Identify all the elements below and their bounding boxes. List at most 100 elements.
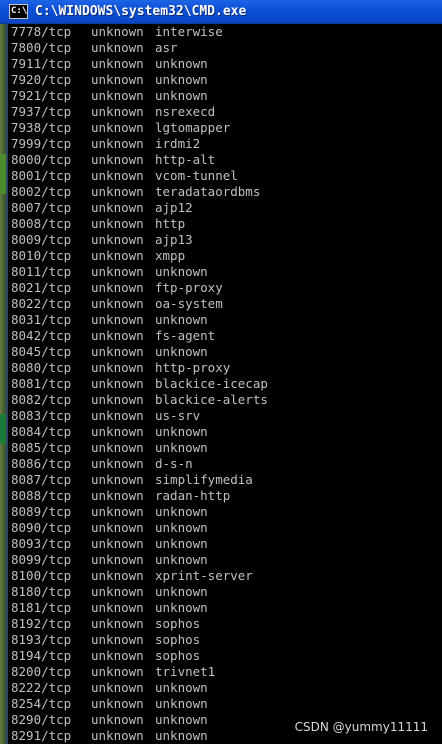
cmd-window: C:\ C:\WINDOWS\system32\CMD.exe 7778/tcp…	[0, 0, 442, 744]
service-value: simplifymedia	[155, 472, 253, 487]
state-value: unknown	[91, 120, 144, 135]
state-value: unknown	[91, 312, 144, 327]
state-value: unknown	[91, 152, 144, 167]
console-line: 8192/tcp unknown sophos	[11, 616, 442, 632]
port-value: 7921/tcp	[11, 88, 72, 103]
console-line: 8200/tcp unknown trivnet1	[11, 664, 442, 680]
service-value: unknown	[155, 264, 208, 279]
background-window-fragment	[0, 414, 6, 444]
watermark-text: CSDN @yummy11111	[294, 720, 428, 734]
port-value: 8011/tcp	[11, 264, 72, 279]
console-line: 7999/tcp unknown irdmi2	[11, 136, 442, 152]
port-value: 8090/tcp	[11, 520, 72, 535]
console-line: 8002/tcp unknown teradataordbms	[11, 184, 442, 200]
title-bar[interactable]: C:\ C:\WINDOWS\system32\CMD.exe	[0, 0, 442, 24]
console-line: 8085/tcp unknown unknown	[11, 440, 442, 456]
service-value: unknown	[155, 536, 208, 551]
console-line: 8083/tcp unknown us-srv	[11, 408, 442, 424]
port-value: 8021/tcp	[11, 280, 72, 295]
port-value: 8200/tcp	[11, 664, 72, 679]
window-title: C:\WINDOWS\system32\CMD.exe	[35, 4, 247, 19]
console-line: 8081/tcp unknown blackice-icecap	[11, 376, 442, 392]
port-value: 7911/tcp	[11, 56, 72, 71]
port-value: 7938/tcp	[11, 120, 72, 135]
console-line: 8031/tcp unknown unknown	[11, 312, 442, 328]
console-line: 8193/tcp unknown sophos	[11, 632, 442, 648]
port-value: 8084/tcp	[11, 424, 72, 439]
state-value: unknown	[91, 216, 144, 231]
console-app-icon[interactable]: C:\	[9, 4, 28, 19]
console-line: 8181/tcp unknown unknown	[11, 600, 442, 616]
state-value: unknown	[91, 696, 144, 711]
console-line: 8087/tcp unknown simplifymedia	[11, 472, 442, 488]
state-value: unknown	[91, 456, 144, 471]
console-line: 8093/tcp unknown unknown	[11, 536, 442, 552]
state-value: unknown	[91, 56, 144, 71]
console-line: 8090/tcp unknown unknown	[11, 520, 442, 536]
console-output[interactable]: 7778/tcp unknown interwise 7800/tcp unknown a…	[8, 24, 442, 744]
state-value: unknown	[91, 536, 144, 551]
console-line: 8180/tcp unknown unknown	[11, 584, 442, 600]
state-value: unknown	[91, 408, 144, 423]
port-value: 7999/tcp	[11, 136, 72, 151]
state-value: unknown	[91, 88, 144, 103]
console-line: 8222/tcp unknown unknown	[11, 680, 442, 696]
state-value: unknown	[91, 40, 144, 55]
state-value: unknown	[91, 648, 144, 663]
service-value: blackice-alerts	[155, 392, 268, 407]
console-line: 8194/tcp unknown sophos	[11, 648, 442, 664]
service-value: http-proxy	[155, 360, 231, 375]
state-value: unknown	[91, 552, 144, 567]
service-value: us-srv	[155, 408, 201, 423]
console-line: 8088/tcp unknown radan-http	[11, 488, 442, 504]
console-line: 8000/tcp unknown http-alt	[11, 152, 442, 168]
state-value: unknown	[91, 232, 144, 247]
service-value: sophos	[155, 616, 201, 631]
service-value: nsrexecd	[155, 104, 216, 119]
port-value: 7920/tcp	[11, 72, 72, 87]
state-value: unknown	[91, 296, 144, 311]
service-value: teradataordbms	[155, 184, 261, 199]
service-value: http-alt	[155, 152, 216, 167]
port-value: 8193/tcp	[11, 632, 72, 647]
service-value: unknown	[155, 504, 208, 519]
port-value: 8089/tcp	[11, 504, 72, 519]
state-value: unknown	[91, 392, 144, 407]
port-value: 8181/tcp	[11, 600, 72, 615]
state-value: unknown	[91, 424, 144, 439]
console-line: 7800/tcp unknown asr	[11, 40, 442, 56]
state-value: unknown	[91, 504, 144, 519]
service-value: interwise	[155, 24, 223, 39]
port-value: 8008/tcp	[11, 216, 72, 231]
state-value: unknown	[91, 280, 144, 295]
console-line: 8001/tcp unknown vcom-tunnel	[11, 168, 442, 184]
state-value: unknown	[91, 632, 144, 647]
port-value: 8093/tcp	[11, 536, 72, 551]
service-value: xmpp	[155, 248, 186, 263]
state-value: unknown	[91, 584, 144, 599]
port-value: 8009/tcp	[11, 232, 72, 247]
service-value: unknown	[155, 440, 208, 455]
state-value: unknown	[91, 264, 144, 279]
port-value: 8002/tcp	[11, 184, 72, 199]
state-value: unknown	[91, 488, 144, 503]
console-icon-glyph: C:\	[11, 6, 28, 16]
service-value: sophos	[155, 632, 201, 647]
port-value: 8291/tcp	[11, 728, 72, 743]
state-value: unknown	[91, 568, 144, 583]
console-line: 8042/tcp unknown fs-agent	[11, 328, 442, 344]
service-value: unknown	[155, 344, 208, 359]
state-value: unknown	[91, 328, 144, 343]
state-value: unknown	[91, 616, 144, 631]
service-value: radan-http	[155, 488, 231, 503]
service-value: http	[155, 216, 186, 231]
port-value: 8100/tcp	[11, 568, 72, 583]
port-value: 8081/tcp	[11, 376, 72, 391]
console-line: 7911/tcp unknown unknown	[11, 56, 442, 72]
port-value: 8180/tcp	[11, 584, 72, 599]
service-value: ajp13	[155, 232, 193, 247]
port-value: 8222/tcp	[11, 680, 72, 695]
state-value: unknown	[91, 344, 144, 359]
console-line: 8009/tcp unknown ajp13	[11, 232, 442, 248]
service-value: unknown	[155, 88, 208, 103]
